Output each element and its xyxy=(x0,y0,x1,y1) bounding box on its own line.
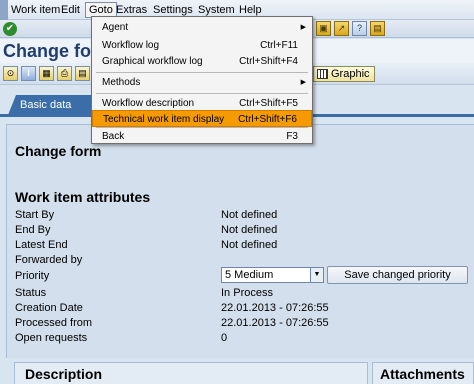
menu-item-workflow-log[interactable]: Workflow log Ctrl+F11 xyxy=(92,37,312,54)
menu-item-label: Back xyxy=(102,131,125,142)
menu-item-label: Methods xyxy=(102,77,141,88)
priority-select[interactable]: 5 Medium ▼ xyxy=(221,267,324,283)
save-changed-priority-button[interactable]: Save changed priority xyxy=(327,266,468,284)
end-by-value: Not defined xyxy=(221,224,278,236)
submenu-arrow-icon: ▶ xyxy=(300,24,306,31)
start-by-value: Not defined xyxy=(221,209,278,221)
menu-help[interactable]: Help xyxy=(239,4,262,16)
graphic-label: Graphic xyxy=(331,68,370,80)
attachments-title: Attachments xyxy=(380,366,465,382)
print-icon[interactable]: ⎙ xyxy=(57,66,72,81)
creation-date-value: 22.01.2013 - 07:26:55 xyxy=(221,302,329,314)
open-requests-value: 0 xyxy=(221,332,228,344)
latest-end-value: Not defined xyxy=(221,239,278,251)
display-icon[interactable]: ⊙ xyxy=(3,66,18,81)
menu-system[interactable]: System xyxy=(198,4,235,16)
menu-settings[interactable]: Settings xyxy=(153,4,193,16)
menu-item-shortcut: Ctrl+Shift+F6 xyxy=(238,114,297,125)
menu-item-shortcut: F3 xyxy=(286,131,298,142)
submenu-arrow-icon: ▶ xyxy=(300,79,306,86)
priority-label: Priority xyxy=(15,270,50,282)
menu-separator xyxy=(96,72,308,73)
menu-item-label: Workflow log xyxy=(102,40,160,51)
menu-item-graphical-workflow-log[interactable]: Graphical workflow log Ctrl+Shift+F4 xyxy=(92,53,312,70)
menu-edit[interactable]: Edit xyxy=(61,4,80,16)
section-title: Change form xyxy=(15,143,102,159)
menu-separator xyxy=(96,93,308,94)
processed-from-value: 22.01.2013 - 07:26:55 xyxy=(221,317,329,329)
priority-selected-value: 5 Medium xyxy=(225,269,274,281)
processed-from-label: Processed from xyxy=(15,317,93,329)
description-section: Description xyxy=(14,362,368,384)
forwarded-by-label: Forwarded by xyxy=(15,254,83,266)
menu-item-back[interactable]: Back F3 xyxy=(92,128,312,145)
end-by-label: End By xyxy=(15,224,51,236)
menu-item-agent[interactable]: Agent ▶ xyxy=(92,19,312,36)
customize-layout-icon[interactable]: ▤ xyxy=(370,21,385,36)
open-requests-label: Open requests xyxy=(15,332,88,344)
attachments-section: Attachments xyxy=(372,362,474,384)
attachment-icon[interactable]: ▤ xyxy=(75,66,90,81)
attributes-title: Work item attributes xyxy=(15,189,151,205)
help-icon[interactable]: ? xyxy=(352,21,367,36)
create-session-icon[interactable]: ▣ xyxy=(316,21,331,36)
menu-item-label: Agent xyxy=(102,22,129,33)
graphic-icon xyxy=(317,69,328,79)
description-title: Description xyxy=(25,366,103,382)
status-value: In Process xyxy=(221,287,273,299)
menu-extras[interactable]: Extras xyxy=(116,4,147,16)
info-icon[interactable]: i xyxy=(21,66,36,81)
status-label: Status xyxy=(15,287,47,299)
menu-item-shortcut: Ctrl+F11 xyxy=(260,40,298,51)
menu-item-label: Technical work item display xyxy=(103,114,225,125)
latest-end-label: Latest End xyxy=(15,239,68,251)
generate-shortcut-icon[interactable]: ↗ xyxy=(334,21,349,36)
enter-icon[interactable]: ✔ xyxy=(3,22,17,36)
menu-work-item[interactable]: Work item xyxy=(11,4,60,16)
menu-item-technical-work-item-display[interactable]: Technical work item display Ctrl+Shift+F… xyxy=(92,110,312,127)
creation-date-label: Creation Date xyxy=(15,302,83,314)
menu-item-shortcut: Ctrl+Shift+F4 xyxy=(239,56,298,67)
menu-item-label: Graphical workflow log xyxy=(102,56,203,67)
sap-logo-icon xyxy=(0,0,8,20)
tab-basic-data[interactable]: Basic data xyxy=(8,95,84,115)
goto-menu: Agent ▶ Workflow log Ctrl+F11 Graphical … xyxy=(91,16,313,144)
menu-item-methods[interactable]: Methods ▶ xyxy=(92,74,312,91)
document-icon[interactable]: ▦ xyxy=(39,66,54,81)
chevron-down-icon[interactable]: ▼ xyxy=(310,268,323,282)
start-by-label: Start By xyxy=(15,209,55,221)
graphic-button[interactable]: Graphic xyxy=(313,66,375,82)
